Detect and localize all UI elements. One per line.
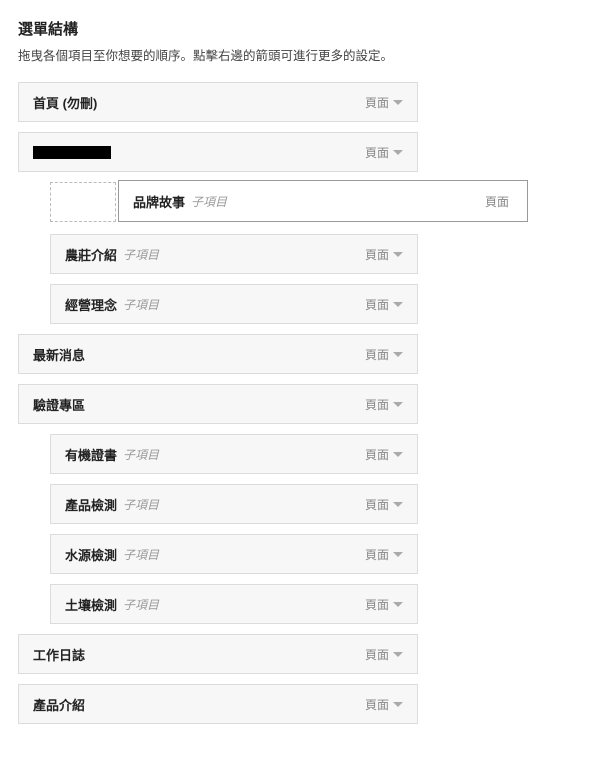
menu-item[interactable]: 經營理念子項目 頁面 xyxy=(50,284,418,324)
menu-item[interactable]: 頁面 xyxy=(18,132,418,172)
menu-item[interactable]: 產品檢測子項目 頁面 xyxy=(50,484,418,524)
section-description: 拖曳各個項目至你想要的順序。點擊右邊的箭頭可進行更多的設定。 xyxy=(18,45,571,64)
menu-item[interactable]: 有機證書子項目 頁面 xyxy=(50,434,418,474)
menu-item-title: 農莊介紹 xyxy=(65,245,117,264)
menu-item-meta[interactable]: 頁面 xyxy=(365,246,403,263)
menu-item-meta[interactable]: 頁面 xyxy=(485,193,513,210)
menu-item-title: 產品介紹 xyxy=(33,695,85,714)
menu-item-dragging-row[interactable]: 品牌故事子項目 頁面 xyxy=(50,182,528,222)
menu-item[interactable]: 驗證專區 頁面 xyxy=(18,384,418,424)
menu-item-type-label: 頁面 xyxy=(365,246,389,263)
menu-item-type-label: 頁面 xyxy=(365,346,389,363)
menu-item-type-label: 頁面 xyxy=(365,646,389,663)
menu-item-meta[interactable]: 頁面 xyxy=(365,296,403,313)
menu-item-type-label: 頁面 xyxy=(365,546,389,563)
menu-item[interactable]: 首頁 (勿刪) 頁面 xyxy=(18,82,418,122)
menu-item-type-label: 頁面 xyxy=(365,696,389,713)
menu-item-title: 土壤檢測 xyxy=(65,595,117,614)
chevron-down-icon[interactable] xyxy=(393,602,403,607)
menu-item-subtag: 子項目 xyxy=(123,296,159,313)
menu-item-title: 工作日誌 xyxy=(33,645,85,664)
menu-item-meta[interactable]: 頁面 xyxy=(365,496,403,513)
menu-item-subtag: 子項目 xyxy=(123,496,159,513)
menu-item-meta[interactable]: 頁面 xyxy=(365,696,403,713)
menu-item-type-label: 頁面 xyxy=(485,193,509,210)
menu-item-title: 有機證書 xyxy=(65,445,117,464)
menu-item-title: 驗證專區 xyxy=(33,395,85,414)
menu-item-type-label: 頁面 xyxy=(365,446,389,463)
chevron-down-icon[interactable] xyxy=(393,502,403,507)
menu-item[interactable]: 農莊介紹子項目 頁面 xyxy=(50,234,418,274)
menu-item-subtag: 子項目 xyxy=(123,596,159,613)
menu-item-meta[interactable]: 頁面 xyxy=(365,546,403,563)
chevron-down-icon[interactable] xyxy=(393,100,403,105)
drop-placeholder xyxy=(50,182,116,222)
menu-item-type-label: 頁面 xyxy=(365,496,389,513)
menu-item[interactable]: 最新消息 頁面 xyxy=(18,334,418,374)
menu-item-meta[interactable]: 頁面 xyxy=(365,396,403,413)
menu-item-title: 產品檢測 xyxy=(65,495,117,514)
chevron-down-icon[interactable] xyxy=(393,702,403,707)
menu-item-title: 經營理念 xyxy=(65,295,117,314)
menu-item-title: 品牌故事 xyxy=(133,192,185,211)
menu-item[interactable]: 產品介紹 頁面 xyxy=(18,684,418,724)
menu-item[interactable]: 工作日誌 頁面 xyxy=(18,634,418,674)
menu-list: 首頁 (勿刪)頁面頁面品牌故事子項目頁面農莊介紹子項目頁面經營理念子項目頁面最新… xyxy=(18,82,418,724)
menu-item-title: 水源檢測 xyxy=(65,545,117,564)
section-title: 選單結構 xyxy=(18,18,571,39)
menu-item-meta[interactable]: 頁面 xyxy=(365,646,403,663)
menu-item-type-label: 頁面 xyxy=(365,144,389,161)
menu-item-type-label: 頁面 xyxy=(365,296,389,313)
menu-item-meta[interactable]: 頁面 xyxy=(365,446,403,463)
menu-item-meta[interactable]: 頁面 xyxy=(365,94,403,111)
menu-item-type-label: 頁面 xyxy=(365,396,389,413)
chevron-down-icon[interactable] xyxy=(393,150,403,155)
menu-item-title: 首頁 (勿刪) xyxy=(33,93,97,112)
menu-item-dragging[interactable]: 品牌故事子項目 頁面 xyxy=(118,180,528,222)
menu-item-subtag: 子項目 xyxy=(123,546,159,563)
chevron-down-icon[interactable] xyxy=(393,352,403,357)
menu-item[interactable]: 水源檢測子項目 頁面 xyxy=(50,534,418,574)
chevron-down-icon[interactable] xyxy=(393,302,403,307)
menu-item-meta[interactable]: 頁面 xyxy=(365,596,403,613)
menu-item-title-redacted xyxy=(33,146,111,159)
chevron-down-icon[interactable] xyxy=(393,652,403,657)
menu-item-type-label: 頁面 xyxy=(365,596,389,613)
menu-item-title: 最新消息 xyxy=(33,345,85,364)
menu-item-subtag: 子項目 xyxy=(191,193,227,210)
menu-item-subtag: 子項目 xyxy=(123,446,159,463)
menu-item[interactable]: 土壤檢測子項目 頁面 xyxy=(50,584,418,624)
menu-item-meta[interactable]: 頁面 xyxy=(365,346,403,363)
chevron-down-icon[interactable] xyxy=(393,402,403,407)
chevron-down-icon[interactable] xyxy=(393,552,403,557)
menu-item-meta[interactable]: 頁面 xyxy=(365,144,403,161)
menu-item-subtag: 子項目 xyxy=(123,246,159,263)
chevron-down-icon[interactable] xyxy=(393,452,403,457)
menu-item-type-label: 頁面 xyxy=(365,94,389,111)
chevron-down-icon[interactable] xyxy=(393,252,403,257)
